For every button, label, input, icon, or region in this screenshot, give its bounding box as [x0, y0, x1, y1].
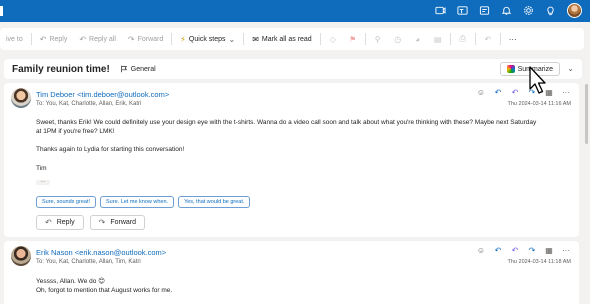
- channel-icon: [121, 65, 127, 73]
- reply-all-label: Reply all: [89, 35, 116, 43]
- forward-icon: ↷: [127, 34, 135, 44]
- suggested-reply-chip[interactable]: Yes, that would be great.: [178, 196, 251, 208]
- suggested-reply-chip[interactable]: Sure, sounds great!: [36, 196, 97, 208]
- sender-name[interactable]: Erik Nason <erik.nason@outlook.com>: [36, 248, 166, 257]
- move-to-label: ive to: [6, 35, 23, 43]
- snooze-icon[interactable]: ◷: [388, 35, 408, 44]
- undo-icon[interactable]: ↶: [478, 35, 498, 44]
- suggested-replies: Sure, sounds great! Sure. Let me know wh…: [36, 196, 251, 208]
- more-options-icon[interactable]: ···: [503, 35, 523, 44]
- scrollbar[interactable]: [585, 84, 588, 144]
- more-options-icon[interactable]: ···: [561, 88, 571, 97]
- reply-button[interactable]: ↶ Reply: [34, 28, 74, 50]
- print-icon[interactable]: ⎙: [453, 34, 473, 44]
- reply-actions: ↶ Reply ↷ Forward: [36, 215, 145, 230]
- my-day-icon[interactable]: [479, 5, 490, 16]
- reply-label: Reply: [49, 35, 68, 43]
- reply-icon[interactable]: ↶: [493, 246, 503, 255]
- forward-icon: ↷: [98, 218, 106, 227]
- reply-all-icon[interactable]: ↶: [510, 246, 520, 255]
- message-body: Yessss, Allan. We do 😊: [36, 278, 105, 285]
- command-ribbon: ive to ↶ Reply ↶ Reply all ↷ Forward ⚡︎ Quic…: [0, 22, 590, 56]
- forward-label: Forward: [137, 35, 164, 43]
- flag-icon[interactable]: ⚑: [343, 35, 363, 44]
- teams-icon[interactable]: [457, 5, 468, 16]
- more-options-icon[interactable]: ···: [561, 246, 571, 255]
- emoji-reaction-icon[interactable]: ☺: [476, 246, 486, 255]
- message-actions: ☺ ↶ ↶ ↷ ▦ ···: [476, 246, 571, 255]
- ribbon-divider: [474, 33, 476, 45]
- gear-icon[interactable]: [523, 5, 534, 16]
- forward-button[interactable]: ↷ Forward: [122, 28, 169, 50]
- pin-icon[interactable]: ⚲: [368, 35, 388, 44]
- tag-icon[interactable]: ◇: [323, 35, 343, 44]
- sender-avatar[interactable]: [11, 246, 31, 266]
- quick-steps-label: Quick steps: [188, 35, 226, 43]
- quick-steps-button[interactable]: ⚡︎ Quick steps ⌄: [174, 28, 241, 50]
- chevron-down-icon[interactable]: ⌄: [229, 35, 236, 44]
- message-body: Sweet, thanks Erik! We could definitely …: [36, 119, 537, 135]
- reply-all-button[interactable]: ↶ Reply all: [73, 28, 122, 50]
- mark-all-read-label: Mark all as read: [261, 35, 312, 43]
- reply-all-icon: ↶: [79, 34, 87, 44]
- message-card[interactable]: Tim Deboer <tim.deboer@outlook.com> To: …: [4, 83, 579, 237]
- reply-label: Reply: [56, 219, 75, 226]
- ribbon-divider: [449, 33, 451, 45]
- recipients: To: You, Kat, Charlotte, Allan, Erik, Ka…: [36, 101, 142, 107]
- forward-icon[interactable]: ↷: [527, 246, 537, 255]
- apps-icon[interactable]: ▦: [544, 246, 554, 255]
- conversation-subject: Family reunion time!: [12, 63, 110, 75]
- recipients: To: You, Kat, Charlotte, Allan, Tim, Kat…: [36, 259, 141, 265]
- forward-label: Forward: [110, 219, 136, 226]
- ribbon-divider: [364, 33, 366, 45]
- message-body-paragraph: Oh, forgot to mention that August works …: [36, 287, 173, 294]
- lightning-icon: ⚡︎: [180, 34, 186, 44]
- rules-icon[interactable]: ▤: [428, 35, 448, 44]
- message-date: Thu 2024-03-14 11:16 AM: [507, 101, 572, 107]
- message-card[interactable]: Erik Nason <erik.nason@outlook.com> To: …: [4, 241, 579, 304]
- app-header: [0, 0, 590, 22]
- message-date: Thu 2024-03-14 11:18 AM: [507, 259, 572, 265]
- lightbulb-icon[interactable]: [545, 5, 556, 16]
- envelope-open-icon: ✉: [252, 34, 259, 44]
- reply-icon[interactable]: ↶: [493, 88, 503, 97]
- mouse-pointer-icon: [529, 66, 546, 94]
- conversation-header: Family reunion time! General Summarize ⌄: [4, 59, 582, 79]
- mark-all-read-button[interactable]: ✉ Mark all as read: [246, 28, 318, 50]
- ribbon-divider: [171, 33, 173, 45]
- move-to-button[interactable]: ive to: [0, 28, 29, 50]
- reply-button[interactable]: ↶ Reply: [36, 215, 84, 230]
- show-trimmed-content-button[interactable]: ...: [36, 179, 50, 185]
- forward-button[interactable]: ↷ Forward: [89, 215, 145, 230]
- emoji-reaction-icon[interactable]: ☺: [476, 88, 486, 97]
- sender-name[interactable]: Tim Deboer <tim.deboer@outlook.com>: [36, 90, 169, 99]
- suggested-reply-chip[interactable]: Sure. Let me know when.: [100, 196, 175, 208]
- policy-icon[interactable]: ◕: [408, 35, 428, 44]
- copilot-icon: [506, 65, 515, 73]
- reply-icon: ↶: [39, 34, 47, 44]
- ribbon-divider: [319, 33, 321, 45]
- message-signature: Tim: [36, 165, 47, 172]
- sender-avatar[interactable]: [11, 88, 31, 108]
- meet-now-icon[interactable]: [435, 5, 446, 16]
- app-launcher-edge[interactable]: [0, 6, 3, 16]
- channel-tag[interactable]: General: [120, 65, 156, 73]
- ribbon-divider: [243, 33, 245, 45]
- account-avatar[interactable]: [567, 3, 582, 18]
- channel-label: General: [130, 65, 156, 73]
- bell-icon[interactable]: [501, 5, 512, 16]
- chevron-down-icon[interactable]: ⌄: [567, 64, 574, 73]
- ribbon-toolbar: ive to ↶ Reply ↶ Reply all ↷ Forward ⚡︎ Quic…: [0, 28, 584, 50]
- header-actions: [435, 3, 582, 18]
- message-actions: ☺ ↶ ↶ ↷ ▦ ···: [476, 88, 571, 97]
- reply-all-icon[interactable]: ↶: [510, 88, 520, 97]
- ribbon-divider: [30, 33, 32, 45]
- ribbon-divider: [499, 33, 501, 45]
- reply-icon: ↶: [45, 218, 52, 227]
- message-body-paragraph: Thanks again to Lydia for starting this …: [36, 146, 185, 153]
